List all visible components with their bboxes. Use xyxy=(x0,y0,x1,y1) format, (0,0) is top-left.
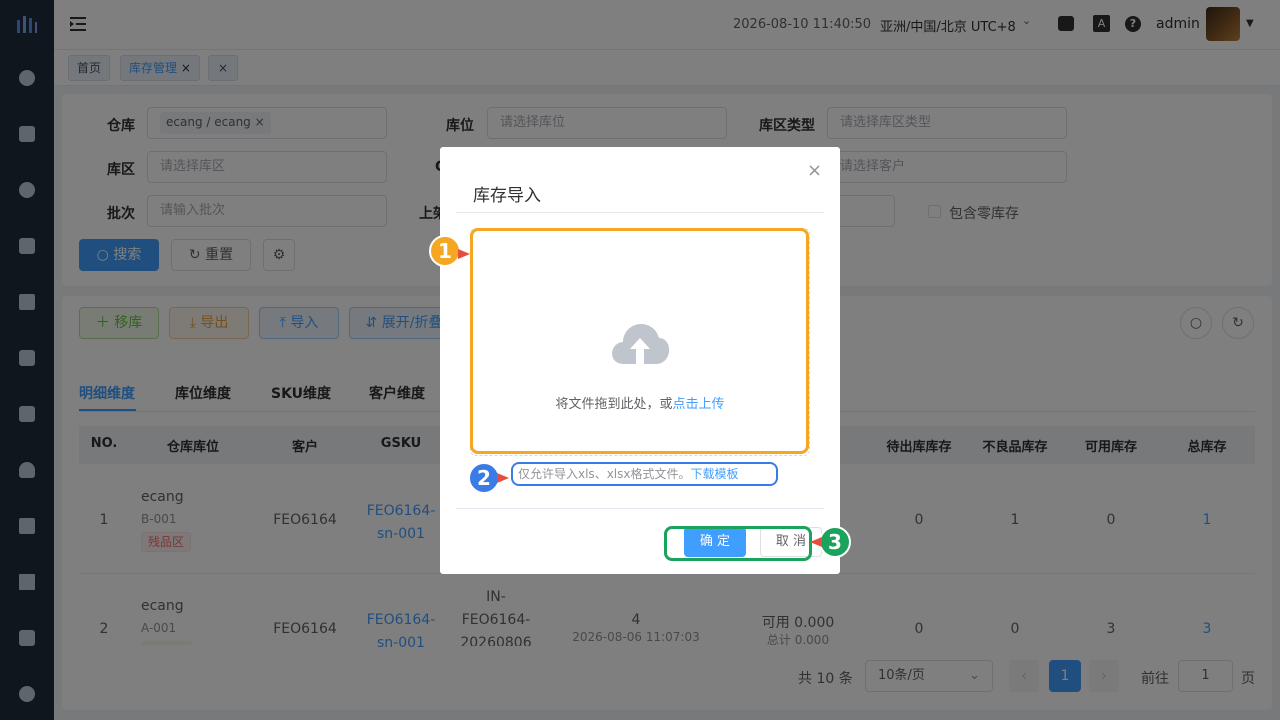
annotation-badge-2: 2 xyxy=(468,462,500,494)
annotation-badge-3: 3 xyxy=(819,526,851,558)
close-icon[interactable]: × xyxy=(807,160,822,181)
highlight-box-3 xyxy=(664,526,812,561)
highlight-box-1 xyxy=(470,228,809,454)
annotation-arrow-1 xyxy=(458,249,470,259)
dialog-title: 库存导入 xyxy=(473,186,541,206)
highlight-box-2 xyxy=(511,462,778,486)
annotation-arrow-2 xyxy=(497,473,509,483)
dialog-footer-divider xyxy=(456,508,824,509)
annotation-arrow-3 xyxy=(810,537,822,547)
annotation-badge-1: 1 xyxy=(429,235,461,267)
dialog-header-divider xyxy=(456,212,824,213)
